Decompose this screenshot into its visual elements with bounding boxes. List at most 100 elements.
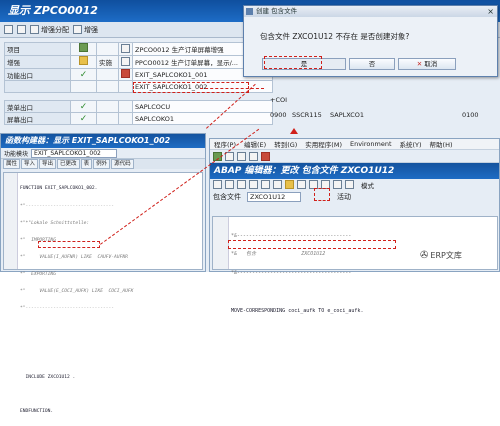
row-label: 菜单出口	[4, 100, 71, 113]
forward-arrow-icon[interactable]	[225, 180, 234, 189]
menu-environment[interactable]: Environment	[350, 140, 392, 148]
screen-number: 0900	[270, 111, 287, 119]
include-field[interactable]: ZXCO1U12	[247, 192, 301, 202]
code-line: *" VALUE(E_COCI_AUFK) LIKE COCI_AUFK	[20, 289, 134, 295]
watermark: ✇ ERP文库	[420, 250, 462, 261]
highlight-yes	[264, 56, 322, 69]
check-mark-icon: ✓	[70, 100, 97, 113]
menu-system[interactable]: 系统(Y)	[400, 139, 422, 149]
status-text: 活动	[337, 193, 351, 201]
module-field[interactable]: EXIT_SAPLCOKO1_002	[31, 148, 118, 158]
code-line: ENDFUNCTION.	[20, 408, 54, 414]
screen-program: SAPLXCO1	[330, 111, 365, 119]
function-source-editor[interactable]: FUNCTION EXIT_SAPLCOKO1_002. *"---------…	[3, 172, 203, 414]
function-tabs: 属性 导入 导出 已更改 表 例外 源代码	[1, 159, 205, 169]
dialog-message: 包含文件 ZXCO1U12 不存在 是否创建对象?	[260, 32, 410, 41]
cancel-icon[interactable]	[261, 151, 270, 161]
highlight-activate	[314, 188, 330, 201]
pattern-button[interactable]: 模式	[361, 180, 374, 190]
close-icon[interactable]: ×	[487, 6, 494, 17]
coi-value: +COI	[270, 96, 288, 104]
menu-exit-value[interactable]: SAPLCOCU	[132, 100, 273, 113]
tab-changing[interactable]: 已更改	[57, 159, 80, 169]
tab-tables[interactable]: 表	[80, 159, 93, 169]
dialog-title: 创建 包含文件	[256, 7, 298, 15]
tab-source[interactable]: 源代码	[111, 159, 134, 169]
menu-edit[interactable]: 编辑(E)	[244, 139, 266, 149]
function-builder-window: 函数构建器：显示 EXIT_SAPLCOKO1_002 功能模块 EXIT_SA…	[0, 133, 206, 414]
row-label: 增强	[4, 55, 71, 69]
table-row: 菜单出口 ✓ SAPLCOCU	[4, 100, 273, 113]
connector-line	[200, 88, 264, 89]
row-label: 项目	[4, 42, 71, 56]
tab-import[interactable]: 导入	[21, 159, 39, 169]
row-label: 功能出口	[4, 68, 71, 81]
pretty-printer-icon[interactable]	[345, 180, 354, 189]
cancel-x-icon: ✕	[416, 60, 423, 68]
assign-icon	[30, 25, 39, 34]
code-line: *" VALUE(I_AUFNR) LIKE CAUFV-AUFNR	[20, 254, 128, 260]
other-object-icon[interactable]	[237, 180, 246, 189]
code-line: *" EXPORTING	[20, 271, 56, 277]
back-icon[interactable]	[237, 151, 246, 161]
enhancement-button[interactable]: 增强	[73, 25, 98, 35]
navigation-icon[interactable]	[333, 180, 342, 189]
enhancement-icon	[73, 25, 82, 34]
exit-icon[interactable]	[249, 151, 258, 161]
test-icon[interactable]	[297, 180, 306, 189]
check-mark-icon: ✓	[70, 112, 97, 125]
include-line[interactable]: INCLUDE ZXCO1U12 .	[20, 375, 133, 381]
abap-editor-title: ABAP 编辑器：更改 包含文件 ZXCO1U12	[210, 163, 499, 179]
display-change-icon[interactable]	[17, 25, 26, 34]
watermark-logo-icon: ✇	[420, 250, 429, 261]
table-row: 项目 ZPCO0012 生产订单屏幕增强	[4, 42, 273, 56]
arrow-head-icon	[290, 128, 298, 134]
green-status-icon	[79, 43, 88, 52]
menu-goto[interactable]: 转到(G)	[274, 139, 297, 149]
code-line: *&--------------------------------------	[231, 232, 352, 239]
include-label: 包含文件	[213, 193, 241, 201]
tab-exceptions[interactable]: 例外	[93, 159, 111, 169]
enhancement-assign-button[interactable]: 增强分配	[30, 25, 69, 35]
menu-help[interactable]: 帮助(H)	[430, 139, 453, 149]
code-line: *&--------------------------------------	[231, 270, 352, 277]
highlight-include	[38, 241, 100, 248]
menu-utilities[interactable]: 实用程序(M)	[305, 139, 342, 149]
row-small[interactable]: 实施	[96, 55, 119, 69]
code-line: *"--------------------------------	[20, 203, 115, 209]
module-label: 功能模块	[4, 150, 29, 158]
menu-bar: 程序(P) 编辑(E) 转到(G) 实用程序(M) Environment 系统…	[210, 139, 499, 150]
doc-icon	[121, 43, 130, 53]
screen-number-2: 0100	[462, 111, 479, 119]
highlight-move-line	[228, 240, 396, 249]
screen-area: SSCR115	[292, 111, 322, 119]
code-line: *"*"Lokale Schnittstelle:	[20, 220, 90, 226]
cancel-button[interactable]: ✕ 取消	[398, 58, 456, 70]
code-line: FUNCTION EXIT_SAPLCOKO1_002.	[20, 186, 98, 192]
table-row: 功能出口 ✓ EXIT_SAPLCOKO1_001	[4, 68, 273, 81]
row-label	[4, 80, 71, 93]
table-row: 增强 实施 PPCO0012 生产订单屏幕，显示/...	[4, 55, 273, 69]
table-row: 屏幕出口 ✓ SAPLCOKO1	[4, 112, 273, 125]
function-builder-title: 函数构建器：显示 EXIT_SAPLCOKO1_002	[1, 134, 205, 148]
tab-export[interactable]: 导出	[39, 159, 57, 169]
display-change-icon[interactable]	[249, 180, 258, 189]
move-corresponding-line[interactable]: MOVE-CORRESPONDING coci_aufk TO e_coci_a…	[231, 308, 363, 314]
active-inactive-icon[interactable]	[261, 180, 270, 189]
check-icon[interactable]	[273, 180, 282, 189]
yellow-status-icon	[79, 56, 88, 65]
exit-icon	[121, 69, 130, 78]
back-arrow-icon[interactable]	[213, 180, 222, 189]
back-icon[interactable]	[4, 25, 13, 34]
code-line: *& 包含 ZXCO1U12	[231, 251, 326, 258]
no-button[interactable]: 否	[349, 58, 395, 70]
tab-attributes[interactable]: 属性	[3, 159, 21, 169]
screen-exit-value[interactable]: SAPLCOKO1	[132, 112, 273, 125]
activate-icon[interactable]	[285, 180, 294, 189]
check-mark-icon: ✓	[70, 68, 97, 81]
